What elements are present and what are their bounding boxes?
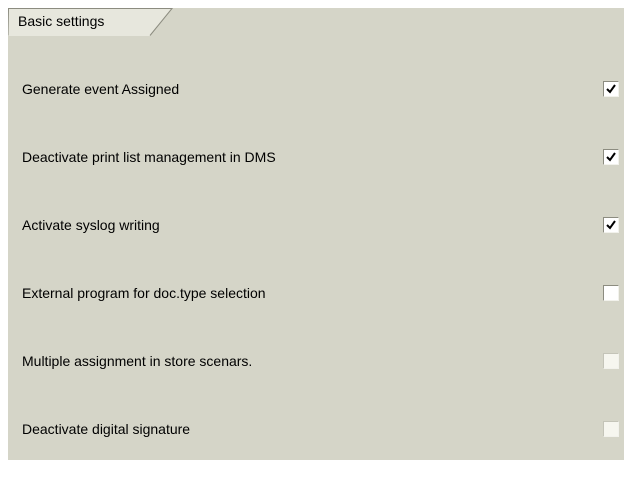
setting-label: Activate syslog writing <box>22 217 160 233</box>
deactivate-print-list-management-checkbox[interactable] <box>603 149 619 165</box>
tab-label: Basic settings <box>18 13 105 29</box>
setting-row-deactivate-digital-signature: Deactivate digital signature <box>8 417 624 443</box>
setting-label: Deactivate digital signature <box>22 421 191 437</box>
setting-row-generate-event-assigned: Generate event Assigned <box>8 77 624 103</box>
check-icon <box>606 84 616 94</box>
basic-settings-panel: Basic settings Generate event Assigned D… <box>8 8 624 460</box>
setting-label: Generate event Assigned <box>22 81 180 97</box>
setting-label: Multiple assignment in store scenars. <box>22 353 253 369</box>
external-program-doc-type-selection-checkbox[interactable] <box>603 285 619 301</box>
activate-syslog-writing-checkbox[interactable] <box>603 217 619 233</box>
deactivate-digital-signature-checkbox[interactable] <box>603 421 619 437</box>
setting-row-activate-syslog-writing: Activate syslog writing <box>8 213 624 239</box>
check-icon <box>606 220 616 230</box>
setting-row-multiple-assignment-store-scenarios: Multiple assignment in store scenars. <box>8 349 624 375</box>
setting-row-deactivate-print-list-management: Deactivate print list management in DMS <box>8 145 624 171</box>
check-icon <box>606 152 616 162</box>
setting-label: Deactivate print list management in DMS <box>22 149 276 165</box>
generate-event-assigned-checkbox[interactable] <box>603 81 619 97</box>
basic-settings-tab[interactable]: Basic settings <box>8 8 184 36</box>
setting-label: External program for doc.type selection <box>22 285 266 301</box>
setting-row-external-program-doc-type-selection: External program for doc.type selection <box>8 281 624 307</box>
multiple-assignment-store-scenarios-checkbox[interactable] <box>603 353 619 369</box>
